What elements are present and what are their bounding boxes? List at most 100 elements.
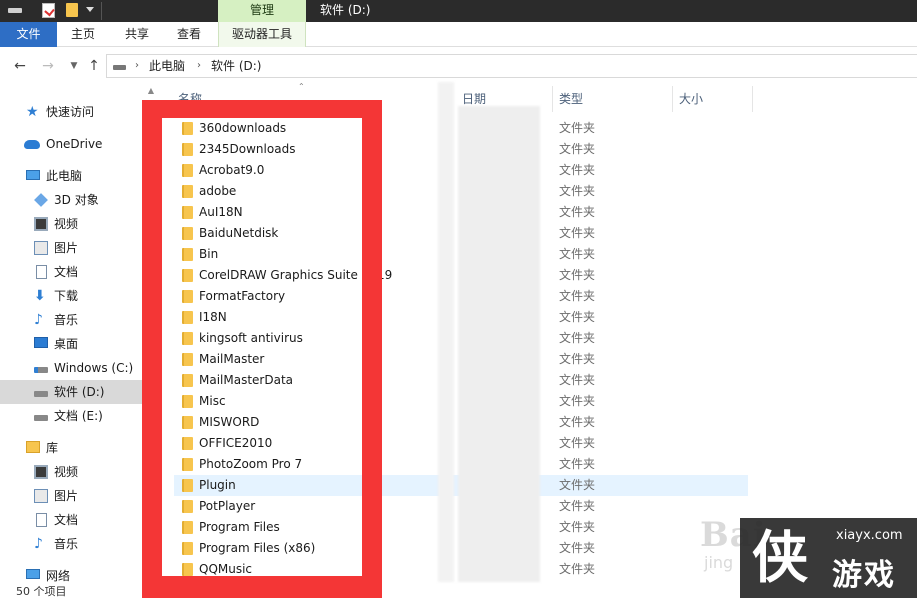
nav-pictures[interactable]: 图片	[0, 236, 142, 260]
ribbon-tabs: 文件 主页 共享 查看 驱动器工具	[0, 22, 917, 47]
file-type: 文件夹	[559, 184, 596, 198]
site-url: xiayx.com	[836, 528, 903, 543]
file-type: 文件夹	[559, 520, 596, 534]
breadcrumb-drive-d[interactable]: 软件 (D:)	[211, 58, 261, 74]
document-icon	[36, 265, 47, 279]
file-type: 文件夹	[559, 478, 596, 492]
network-icon	[26, 569, 40, 579]
file-type: 文件夹	[559, 415, 596, 429]
nav-lib-music[interactable]: ♪ 音乐	[0, 532, 142, 556]
nav-libraries[interactable]: 库	[0, 436, 142, 460]
file-type: 文件夹	[559, 121, 596, 135]
nav-downloads[interactable]: ⬇ 下载	[0, 284, 142, 308]
nav-music[interactable]: ♪ 音乐	[0, 308, 142, 332]
file-type: 文件夹	[559, 499, 596, 513]
nav-label: 此电脑	[46, 169, 83, 183]
new-folder-icon[interactable]	[66, 3, 78, 17]
back-arrow-icon[interactable]: ←	[12, 58, 28, 74]
highlight-annotation-box	[142, 100, 382, 598]
nav-documents[interactable]: 文档	[0, 260, 142, 284]
breadcrumb-this-pc[interactable]: 此电脑	[149, 58, 185, 74]
video-icon	[34, 465, 48, 479]
nav-desktop[interactable]: 桌面	[0, 332, 142, 356]
chevron-right-icon[interactable]: ›	[197, 58, 201, 74]
nav-3d-objects[interactable]: 3D 对象	[0, 188, 142, 212]
nav-drive-d[interactable]: 软件 (D:)	[0, 380, 142, 404]
address-row: ← → ▼ ↑ › 此电脑 › 软件 (D:)	[0, 48, 917, 84]
computer-icon	[26, 170, 40, 180]
tab-file[interactable]: 文件	[0, 22, 57, 47]
tab-drive-tools[interactable]: 驱动器工具	[218, 22, 306, 47]
baidu-watermark-sub: jing	[704, 553, 734, 572]
blurred-date-column	[438, 82, 454, 582]
nav-lib-pictures[interactable]: 图片	[0, 484, 142, 508]
nav-label: 图片	[54, 489, 79, 503]
forward-arrow-icon[interactable]: →	[40, 58, 56, 74]
tab-share[interactable]: 共享	[116, 22, 158, 47]
nav-drive-e[interactable]: 文档 (E:)	[0, 404, 142, 428]
customize-quick-access-icon[interactable]	[86, 7, 94, 12]
nav-lib-videos[interactable]: 视频	[0, 460, 142, 484]
title-bar: 管理 软件 (D:)	[0, 0, 917, 22]
tab-view[interactable]: 查看	[168, 22, 210, 47]
nav-label: 视频	[54, 217, 79, 231]
nav-label: Windows (C:)	[54, 361, 134, 375]
file-type: 文件夹	[559, 205, 596, 219]
column-divider[interactable]	[752, 86, 753, 112]
file-type: 文件夹	[559, 373, 596, 387]
window-title: 软件 (D:)	[320, 3, 371, 17]
nav-lib-documents[interactable]: 文档	[0, 508, 142, 532]
chevron-right-icon[interactable]: ›	[135, 58, 139, 74]
document-icon	[36, 513, 47, 527]
drive-icon[interactable]	[8, 8, 22, 13]
site-logo: 侠	[752, 525, 808, 591]
file-type: 文件夹	[559, 352, 596, 366]
file-type: 文件夹	[559, 268, 596, 282]
nav-label: 快速访问	[46, 105, 95, 119]
nav-label: 文档	[54, 265, 79, 279]
file-type: 文件夹	[559, 562, 596, 576]
file-type: 文件夹	[559, 142, 596, 156]
file-type: 文件夹	[559, 436, 596, 450]
file-type: 文件夹	[559, 226, 596, 240]
site-watermark: 侠 xiayx.com 游戏	[740, 518, 917, 598]
file-type: 文件夹	[559, 541, 596, 555]
column-divider[interactable]	[552, 86, 553, 112]
scroll-up-arrow-icon[interactable]: ▲	[146, 86, 156, 96]
nav-quick-access[interactable]: ★ 快速访问	[0, 100, 142, 124]
nav-this-pc[interactable]: 此电脑	[0, 164, 142, 188]
up-arrow-icon[interactable]: ↑	[86, 58, 102, 74]
file-type: 文件夹	[559, 457, 596, 471]
nav-onedrive[interactable]: OneDrive	[0, 132, 142, 156]
nav-videos[interactable]: 视频	[0, 212, 142, 236]
nav-drive-c[interactable]: Windows (C:)	[0, 356, 142, 380]
music-note-icon: ♪	[34, 536, 43, 552]
file-type: 文件夹	[559, 394, 596, 408]
file-type: 文件夹	[559, 331, 596, 345]
navigation-pane: ★ 快速访问 OneDrive 此电脑 3D 对象 视频 图片 文档 ⬇ 下载 …	[0, 90, 142, 598]
properties-icon[interactable]	[42, 3, 55, 18]
column-header-type[interactable]: 类型	[559, 86, 583, 112]
cloud-icon	[24, 140, 40, 149]
file-type: 文件夹	[559, 289, 596, 303]
column-header-size[interactable]: 大小	[679, 86, 703, 112]
nav-label: OneDrive	[46, 137, 103, 151]
tab-manage[interactable]: 管理	[218, 0, 306, 22]
tab-home[interactable]: 主页	[62, 22, 104, 47]
recent-locations-chevron-icon[interactable]: ▼	[66, 58, 82, 74]
toolbar-divider	[101, 2, 102, 20]
nav-label: 文档	[54, 513, 79, 527]
nav-label: 库	[46, 441, 59, 455]
nav-label: 下载	[54, 289, 79, 303]
column-divider[interactable]	[672, 86, 673, 112]
picture-icon	[34, 489, 48, 503]
status-item-count: 50 个项目	[16, 585, 67, 598]
sort-ascending-icon: ⌃	[298, 82, 305, 91]
nav-label: 文档 (E:)	[54, 409, 103, 423]
download-arrow-icon: ⬇	[34, 288, 46, 304]
nav-label: 音乐	[54, 313, 79, 327]
nav-label: 音乐	[54, 537, 79, 551]
address-bar[interactable]: › 此电脑 › 软件 (D:)	[106, 54, 917, 78]
windows-drive-icon	[34, 367, 48, 373]
nav-label: 图片	[54, 241, 79, 255]
